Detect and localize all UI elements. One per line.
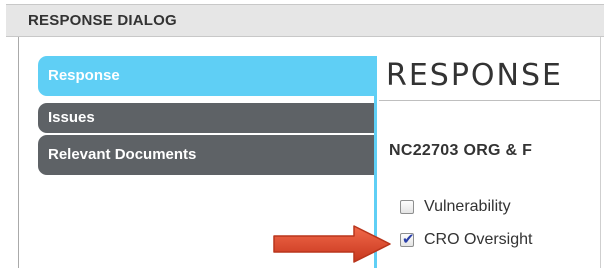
- vulnerability-label: Vulnerability: [424, 198, 511, 215]
- dialog-right-border: [600, 37, 601, 268]
- dialog-title-bar[interactable]: RESPONSE DIALOG: [6, 4, 604, 37]
- cro-oversight-checkbox[interactable]: ✔: [400, 230, 415, 248]
- dialog-left-border: [18, 37, 19, 268]
- vulnerability-checkbox[interactable]: [400, 200, 414, 214]
- nav-item-response[interactable]: Response: [38, 56, 374, 96]
- record-id: NC22703 ORG & F: [389, 142, 533, 159]
- response-dialog: RESPONSE DIALOG Response Issues Relevant…: [0, 0, 606, 268]
- heading-underline: [379, 100, 600, 101]
- dialog-title: RESPONSE DIALOG: [28, 12, 177, 29]
- red-arrow-icon: [273, 225, 391, 263]
- cro-oversight-label: CRO Oversight: [424, 231, 533, 248]
- nav-item-issues[interactable]: Issues: [38, 103, 374, 133]
- section-heading: RESPONSE: [386, 58, 563, 93]
- checkmark-icon: ✔: [402, 230, 415, 248]
- nav-item-relevant-documents[interactable]: Relevant Documents: [38, 135, 374, 175]
